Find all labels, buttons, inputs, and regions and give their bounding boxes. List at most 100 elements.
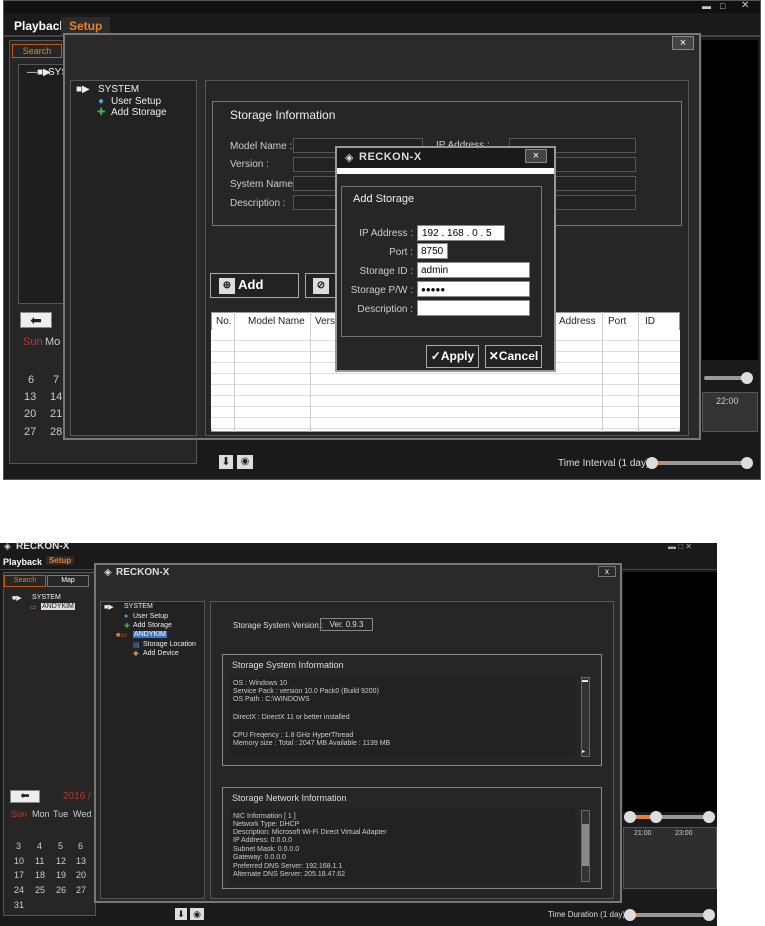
scroll-down-icon[interactable]: ▸ — [582, 748, 585, 755]
cal-day[interactable]: 25 — [35, 885, 45, 895]
cal-day[interactable]: 14 — [50, 391, 62, 403]
bottom-dialog-tree-system[interactable]: SYSTEM — [124, 603, 153, 610]
time-duration-knob-left[interactable] — [624, 909, 636, 921]
bottom-dialog-tree-andykim[interactable]: ANDYKIM — [133, 631, 167, 638]
network-scroll-thumb[interactable] — [582, 824, 589, 866]
cal-day[interactable]: 11 — [35, 856, 44, 866]
bottom-zoom-knob-right[interactable] — [703, 811, 715, 823]
bottom-window-controls-icon[interactable]: ▬ □ ✕ — [668, 542, 692, 551]
system-info-title: Storage System Information — [232, 660, 344, 670]
time-duration-knob-right[interactable] — [703, 909, 715, 921]
cal-day[interactable]: 26 — [56, 885, 66, 895]
bottom-tree-andykim[interactable]: ANDYKIM — [41, 603, 75, 610]
cal-day[interactable]: 27 — [76, 885, 86, 895]
bottom-map-tab[interactable]: Map — [47, 575, 89, 587]
cal-day[interactable]: 27 — [24, 426, 36, 438]
cal-day[interactable]: 24 — [14, 885, 24, 895]
system-info-scrollbar[interactable] — [581, 677, 590, 757]
zoom-slider-knob[interactable] — [741, 372, 753, 384]
cal-day[interactable]: 5 — [58, 841, 63, 851]
col-version[interactable]: Versi — [315, 316, 337, 327]
cal-day[interactable]: 28 — [50, 426, 62, 438]
slider-knob-left[interactable] — [646, 457, 658, 469]
timeline-hour-label: 22:00 — [716, 396, 739, 406]
cancel-button[interactable]: ✕Cancel — [485, 345, 542, 368]
slider-knob-right[interactable] — [741, 457, 753, 469]
reckon-logo-icon: ◈ — [345, 152, 354, 164]
popup-description-input[interactable] — [417, 300, 530, 316]
edit-button[interactable]: ⊘ — [305, 273, 337, 298]
storage-id-input[interactable]: admin — [417, 262, 530, 278]
bottom-dialog-close-button[interactable]: x — [598, 566, 616, 577]
cal-day[interactable]: 19 — [56, 870, 66, 880]
col-divider — [234, 312, 235, 432]
scroll-up-icon[interactable]: ▬ — [582, 678, 588, 684]
cal-day[interactable]: 4 — [37, 841, 42, 851]
tree-system[interactable]: SYSTEM — [98, 84, 139, 95]
cal-day[interactable]: 21 — [50, 408, 62, 420]
cal-day[interactable]: 12 — [56, 856, 66, 866]
cal-day[interactable]: 6 — [78, 841, 83, 851]
tree-user-setup[interactable]: User Setup — [111, 96, 161, 107]
bottom-zoom-knob-mid[interactable] — [650, 811, 662, 823]
col-no[interactable]: No. — [216, 316, 232, 327]
ip-octet-3[interactable]: 0 — [472, 228, 478, 239]
port-input[interactable]: 8750 — [417, 243, 448, 259]
col-divider — [310, 312, 311, 432]
apply-button[interactable]: ✓Apply — [426, 345, 479, 368]
storage-password-input[interactable]: ●●●●● — [417, 281, 530, 297]
cal-day[interactable]: 31 — [14, 900, 24, 910]
bottom-dialog-tree-add-storage[interactable]: Add Storage — [133, 622, 172, 629]
cal-day[interactable]: 18 — [35, 870, 45, 880]
prev-month-button[interactable]: ⬅ — [20, 312, 52, 328]
bottom-tab-playback[interactable]: Playback — [3, 557, 42, 567]
time-duration-slider[interactable] — [628, 913, 708, 917]
ip-octet-1[interactable]: 192 — [422, 228, 439, 239]
cal-day[interactable]: 20 — [24, 408, 36, 420]
cal-day[interactable]: 3 — [16, 841, 21, 851]
bottom-dialog-tree-add-device[interactable]: Add Device — [143, 650, 179, 657]
cal-day[interactable]: 13 — [24, 391, 36, 403]
bottom-dialog-tree-storage-location[interactable]: Storage Location — [143, 641, 196, 648]
popup-brand: RECKON-X — [359, 151, 422, 163]
cal-day[interactable]: 17 — [14, 870, 24, 880]
bottom-snapshot-icon[interactable]: ◉ — [190, 908, 204, 920]
popup-close-button[interactable]: × — [525, 149, 547, 163]
bottom-tree-system-icon: ■▶ — [12, 595, 22, 602]
cal-day[interactable]: 7 — [53, 374, 59, 386]
bottom-tab-setup[interactable]: Setup — [46, 556, 75, 565]
camera-snapshot-icon[interactable]: ◉ — [237, 455, 253, 469]
ip-octet-4[interactable]: 5 — [486, 228, 492, 239]
cal-day[interactable]: 20 — [76, 870, 86, 880]
col-address[interactable]: Address — [559, 316, 596, 327]
close-icon[interactable]: ✕ — [741, 0, 749, 11]
bottom-zoom-knob-left[interactable] — [624, 811, 636, 823]
bottom-dialog-tree-user-setup[interactable]: User Setup — [133, 613, 168, 620]
col-id[interactable]: ID — [645, 316, 655, 327]
ip-octet-2[interactable]: 168 — [447, 228, 464, 239]
ip-address-input[interactable]: 192 . 168 . 0 . 5 — [417, 225, 505, 241]
minimize-icon[interactable]: ▬ — [702, 1, 711, 11]
col-port[interactable]: Port — [608, 316, 626, 327]
download-icon[interactable]: ⬇ — [219, 455, 233, 469]
popup-white-strip — [337, 168, 554, 174]
storage-id-label: Storage ID : — [359, 266, 413, 277]
bottom-download-icon[interactable]: ⬇ — [175, 908, 187, 920]
cal-day[interactable]: 10 — [14, 856, 24, 866]
cal-day[interactable]: 13 — [76, 856, 86, 866]
cal-day[interactable]: 6 — [28, 374, 34, 386]
search-tab[interactable]: Search — [12, 44, 62, 58]
network-info-title: Storage Network Information — [232, 793, 347, 803]
time-interval-slider[interactable] — [650, 461, 750, 465]
cal-header-sun: Sun — [23, 336, 43, 348]
model-name-label: Model Name : — [230, 141, 293, 152]
maximize-icon[interactable]: □ — [720, 1, 725, 11]
bottom-prev-month-button[interactable]: ⬅ — [10, 790, 40, 803]
col-model-name[interactable]: Model Name — [248, 316, 305, 327]
bottom-search-tab[interactable]: Search — [4, 575, 46, 587]
tree-add-storage[interactable]: Add Storage — [111, 107, 167, 118]
bottom-tree-system[interactable]: SYSTEM — [32, 594, 61, 601]
setup-dialog-close-button[interactable]: × — [672, 36, 694, 50]
add-button[interactable]: ⊕ Add — [210, 273, 299, 298]
setup-tree-panel — [70, 80, 197, 436]
